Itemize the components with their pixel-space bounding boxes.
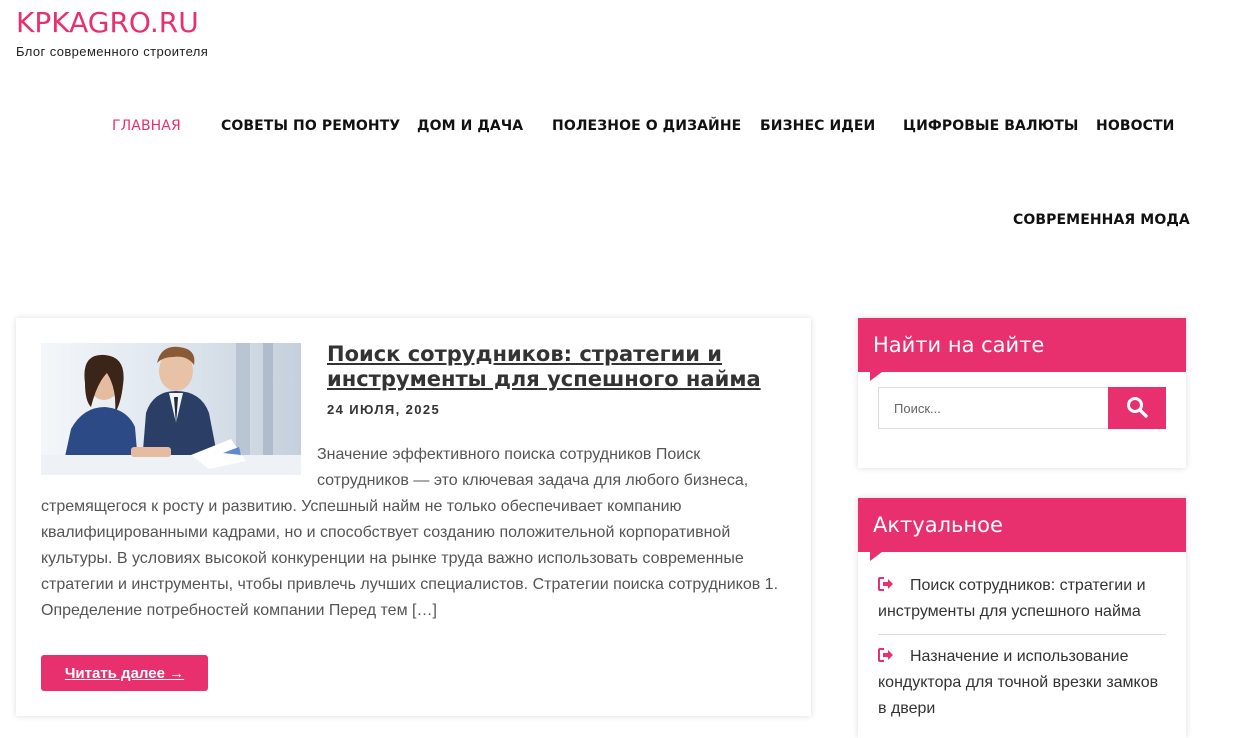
nav-item-design[interactable]: ПОЛЕЗНОЕ О ДИЗАЙНЕ bbox=[552, 118, 741, 134]
search-widget-title: Найти на сайте bbox=[858, 318, 1186, 381]
post-date: 24 ИЮЛЯ, 2025 bbox=[327, 402, 441, 417]
site-tagline: Блог современного строителя bbox=[16, 44, 209, 59]
nav-item-home-and-dacha[interactable]: ДОМ И ДАЧА bbox=[417, 118, 523, 134]
site-title[interactable]: KPKAGRO.RU bbox=[16, 6, 199, 40]
nav-item-repair-tips[interactable]: СОВЕТЫ ПО РЕМОНТУ bbox=[221, 118, 400, 134]
nav-item-home[interactable]: ГЛАВНАЯ bbox=[112, 118, 181, 134]
read-more-button[interactable]: Читать далее → bbox=[41, 655, 208, 691]
post-excerpt: Значение эффективного поиска сотрудников… bbox=[41, 442, 786, 624]
nav-item-business-ideas[interactable]: БИЗНЕС ИДЕИ bbox=[760, 118, 875, 134]
nav-item-crypto[interactable]: ЦИФРОВЫЕ ВАЛЮТЫ bbox=[903, 118, 1079, 134]
post-card: Поиск сотрудников: стратегии и инструмен… bbox=[16, 318, 811, 716]
nav-item-news[interactable]: НОВОСТИ bbox=[1096, 118, 1174, 134]
sign-out-arrow-icon bbox=[878, 574, 894, 591]
nav-item-modern-fashion[interactable]: СОВРЕМЕННАЯ МОДА bbox=[1013, 212, 1190, 228]
sign-out-arrow-icon bbox=[878, 645, 894, 662]
recent-posts-list: Поиск сотрудников: стратегии и инструмен… bbox=[858, 552, 1186, 731]
search-button[interactable] bbox=[1108, 387, 1166, 429]
recent-widget-title: Актуальное bbox=[858, 498, 1186, 561]
search-form bbox=[878, 387, 1166, 429]
recent-post-item[interactable]: Назначение и использование кондуктора дл… bbox=[878, 635, 1166, 731]
recent-post-link[interactable]: Поиск сотрудников: стратегии и инструмен… bbox=[878, 577, 1146, 620]
search-icon bbox=[1126, 396, 1148, 421]
post-title[interactable]: Поиск сотрудников: стратегии и инструмен… bbox=[327, 342, 787, 392]
recent-posts-widget: Актуальное Поиск сотрудников: стратегии … bbox=[858, 498, 1186, 738]
recent-post-item[interactable]: Поиск сотрудников: стратегии и инструмен… bbox=[878, 564, 1166, 635]
search-widget: Найти на сайте bbox=[858, 318, 1186, 468]
search-input[interactable] bbox=[878, 387, 1108, 429]
recent-post-link[interactable]: Назначение и использование кондуктора дл… bbox=[878, 648, 1158, 717]
